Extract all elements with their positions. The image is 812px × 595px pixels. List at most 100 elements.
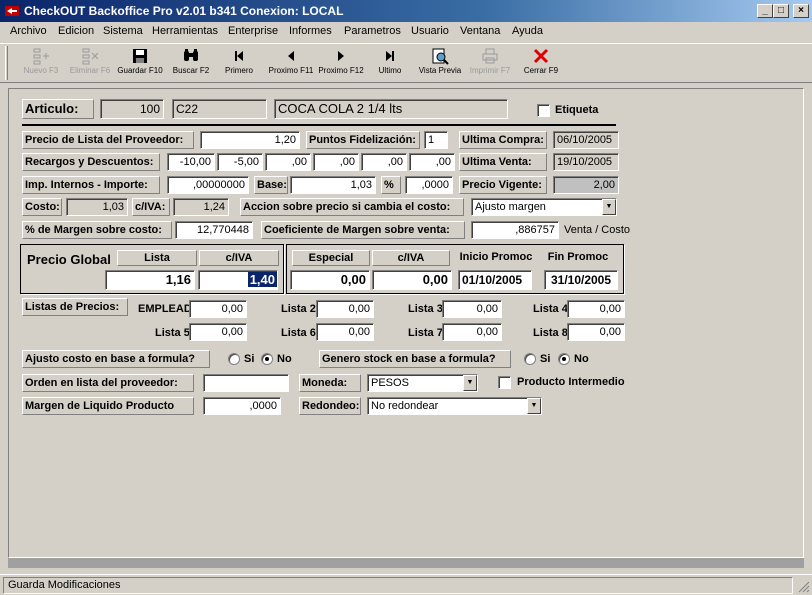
moneda-label: Moneda:	[299, 374, 361, 392]
especial-civa-field[interactable]: 0,00	[372, 270, 452, 290]
menu-herramientas[interactable]: Herramientas	[152, 25, 218, 37]
ajuste-formula-label: Ajusto costo en base a formula?	[22, 350, 210, 368]
coef-label: Coeficiente de Margen sobre venta:	[261, 221, 465, 239]
article-code-field[interactable]: C22	[172, 99, 267, 119]
menu-usuario[interactable]: Usuario	[411, 25, 449, 37]
genero-stock-label: Genero stock en base a formula?	[319, 350, 511, 368]
article-description-field[interactable]: COCA COLA 2 1/4 lts	[274, 99, 508, 119]
chevron-down-icon[interactable]: ▼	[463, 375, 477, 391]
lista-7-label: Lista 7	[408, 327, 443, 339]
lista-6-field[interactable]: 0,00	[316, 323, 374, 341]
genero-no-label: No	[574, 353, 589, 365]
redondeo-label: Redondeo:	[299, 397, 361, 415]
redondeo-select-value: No redondear	[371, 400, 439, 412]
civa-field: 1,24	[173, 198, 229, 216]
menu-parametros[interactable]: Parametros	[344, 25, 401, 37]
first-label: Primero	[224, 66, 253, 75]
lista-header: Lista	[117, 250, 197, 266]
close-form-button[interactable]: Cerrar F9	[512, 46, 570, 82]
etiqueta-label: Etiqueta	[555, 104, 599, 116]
pct-field[interactable]: ,0000	[405, 176, 453, 194]
new-icon	[33, 48, 49, 65]
menu-ventana[interactable]: Ventana	[460, 25, 500, 37]
menu-ayuda[interactable]: Ayuda	[512, 25, 543, 37]
lista-7-field[interactable]: 0,00	[442, 323, 502, 341]
precio-lista-field[interactable]: 1,16	[105, 270, 195, 290]
ultima-compra-label: Ultima Compra:	[459, 131, 547, 149]
genero-no-radio[interactable]	[558, 353, 570, 365]
preview-icon	[432, 48, 449, 65]
close-button[interactable]: ×	[793, 4, 809, 18]
menu-enterprise[interactable]: Enterprise	[228, 25, 278, 37]
especial-header: Especial	[292, 250, 370, 266]
puntos-field[interactable]: 1	[424, 131, 448, 149]
delete-icon	[82, 48, 99, 65]
redondeo-select[interactable]: No redondear ▼	[367, 397, 542, 415]
liquido-field[interactable]: ,0000	[203, 397, 281, 415]
lista-5-field[interactable]: 0,00	[189, 323, 247, 341]
previous-icon	[288, 51, 294, 61]
menu-informes[interactable]: Informes	[289, 25, 332, 37]
chevron-down-icon[interactable]: ▼	[527, 398, 541, 414]
imp-internos-field[interactable]: ,00000000	[167, 176, 249, 194]
orden-proveedor-label: Orden en lista del proveedor:	[22, 374, 194, 392]
lista-8-label: Lista 8	[533, 327, 568, 339]
base-field[interactable]: 1,03	[290, 176, 376, 194]
precio-vigente-label: Precio Vigente:	[459, 176, 547, 194]
producto-intermedio-label: Producto Intermedio	[517, 376, 625, 388]
orden-proveedor-field[interactable]	[203, 374, 289, 392]
lista-3-field[interactable]: 0,00	[442, 300, 502, 318]
recargo-field-2[interactable]: -5,00	[217, 153, 263, 171]
close-form-label: Cerrar F9	[523, 66, 559, 75]
recargo-field-4[interactable]: ,00	[313, 153, 359, 171]
coef-field[interactable]: ,886757	[471, 221, 559, 239]
menu-archivo[interactable]: Archivo	[10, 25, 47, 37]
lista-proveedor-field[interactable]: 1,20	[200, 131, 300, 149]
ajuste-no-radio[interactable]	[261, 353, 273, 365]
save-button[interactable]: Guardar F10	[111, 46, 169, 82]
precio-global-title: Precio Global	[27, 252, 111, 267]
costo-label: Costo:	[22, 198, 62, 216]
menu-edicion[interactable]: Edicion	[58, 25, 94, 37]
recargo-field-5[interactable]: ,00	[361, 153, 407, 171]
fin-promoc-field[interactable]: 31/10/2005	[544, 270, 618, 290]
recargo-field-1[interactable]: -10,00	[167, 153, 215, 171]
moneda-select[interactable]: PESOS ▼	[367, 374, 478, 392]
save-icon	[133, 49, 147, 63]
minimize-button[interactable]: _	[757, 4, 773, 18]
resize-grip-icon[interactable]	[796, 579, 810, 593]
restore-button[interactable]: □	[773, 4, 789, 18]
first-button[interactable]: Primero	[210, 46, 268, 82]
liquido-label: Margen de Liquido Producto	[22, 397, 194, 415]
article-number-field[interactable]: 100	[100, 99, 164, 119]
inicio-promoc-field[interactable]: 01/10/2005	[458, 270, 532, 290]
ajuste-si-label: Si	[244, 353, 255, 365]
recargo-field-3[interactable]: ,00	[265, 153, 311, 171]
lista-8-field[interactable]: 0,00	[567, 323, 625, 341]
precio-civa-field[interactable]: 1,40	[198, 270, 278, 290]
ultima-compra-field: 06/10/2005	[553, 131, 619, 149]
especial-field[interactable]: 0,00	[290, 270, 370, 290]
lista-emplead-label: EMPLEAD	[138, 303, 192, 315]
accion-select[interactable]: Ajusto margen ▼	[471, 198, 617, 216]
producto-intermedio-checkbox[interactable]	[498, 376, 511, 389]
coef-suffix: Venta / Costo	[564, 224, 631, 236]
civa2-header: c/IVA	[372, 250, 450, 266]
menu-sistema[interactable]: Sistema	[103, 25, 143, 37]
print-button[interactable]: Imprimir F7	[461, 46, 519, 82]
imp-internos-label: Imp. Internos - Importe:	[22, 176, 160, 194]
lista-2-field[interactable]: 0,00	[316, 300, 374, 318]
lista-emplead-field[interactable]: 0,00	[189, 300, 247, 318]
genero-si-radio[interactable]	[524, 353, 536, 365]
ajuste-si-radio[interactable]	[228, 353, 240, 365]
next-icon	[338, 51, 344, 61]
close-x-icon	[533, 48, 549, 64]
civa-label: c/IVA:	[132, 198, 170, 216]
margen-field[interactable]: 12,770448	[175, 221, 253, 239]
lista-4-field[interactable]: 0,00	[567, 300, 625, 318]
status-text: Guarda Modificaciones	[3, 577, 793, 594]
etiqueta-checkbox[interactable]	[537, 104, 550, 117]
inicio-header: Inicio Promoc	[459, 251, 533, 263]
chevron-down-icon[interactable]: ▼	[602, 199, 616, 215]
recargo-field-6[interactable]: ,00	[409, 153, 455, 171]
